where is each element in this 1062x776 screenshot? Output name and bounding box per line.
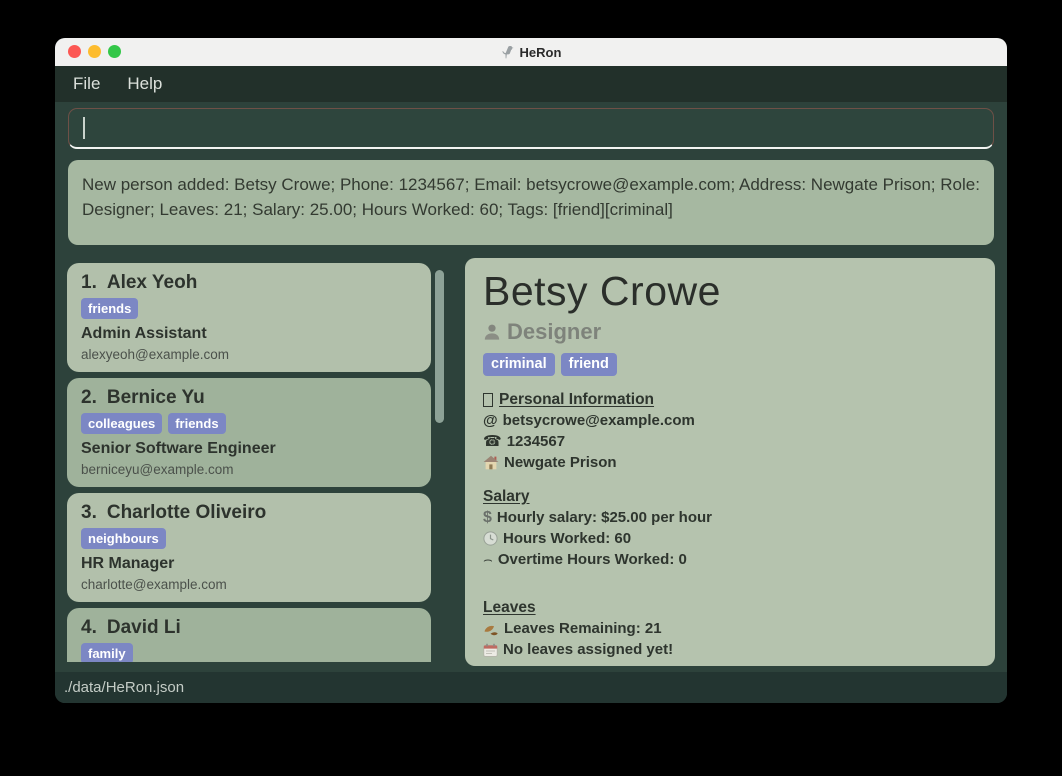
person-card[interactable]: 3. Charlotte Oliveiro neighbours HR Manag… — [67, 493, 431, 602]
tag-badge: friend — [560, 353, 617, 376]
detail-phone-line: ☎ 1234567 — [483, 431, 977, 452]
detail-salary-value: Hourly salary: $25.00 per hour — [496, 509, 712, 526]
person-name-line: 4. David Li — [81, 615, 417, 640]
person-card[interactable]: 2. Bernice Yu colleagues friends Senior So… — [67, 378, 431, 487]
result-display[interactable]: New person added: Betsy Crowe; Phone: 12… — [68, 160, 994, 245]
person-tags: family — [81, 643, 417, 662]
person-tags: neighbours — [81, 528, 417, 549]
leaves-icon — [483, 622, 499, 636]
person-name: Bernice Yu — [106, 387, 205, 408]
person-name-line: 1. Alex Yeoh — [81, 270, 417, 295]
detail-address-line: Newgate Prison — [483, 452, 977, 473]
tag-badge: criminal — [483, 353, 555, 376]
at-icon: @ — [483, 412, 498, 429]
heron-icon — [501, 45, 515, 60]
person-tags: colleagues friends — [81, 413, 417, 434]
personal-info-heading: Personal Information — [483, 390, 977, 410]
tag-badge: friends — [168, 413, 226, 434]
person-role: Senior Software Engineer — [81, 440, 276, 457]
tag-badge: family — [81, 643, 133, 662]
person-index: 4. — [81, 617, 97, 638]
person-role: Admin Assistant — [81, 325, 207, 342]
detail-phone-value: 1234567 — [506, 433, 566, 450]
phone-icon: ☎ — [483, 433, 502, 450]
detail-email-line: @ betsycrowe@example.com — [483, 410, 977, 431]
detail-person-name: Betsy Crowe — [483, 268, 721, 314]
person-icon — [483, 323, 501, 341]
tag-badge: neighbours — [81, 528, 166, 549]
person-index: 3. — [81, 502, 97, 523]
missing-glyph-icon — [483, 393, 493, 407]
app-window: HeRon File Help New person added: Betsy … — [55, 38, 1007, 703]
detail-email-value: betsycrowe@example.com — [502, 412, 695, 429]
window-title: HeRon — [55, 38, 1007, 66]
command-input[interactable] — [68, 108, 994, 149]
status-bar: ./data/HeRon.json — [55, 672, 1007, 703]
result-text: New person added: Betsy Crowe; Phone: 12… — [82, 175, 980, 219]
detail-leaves-remaining-value: Leaves Remaining: 21 — [504, 620, 662, 637]
calendar-icon — [483, 643, 498, 657]
detail-address-value: Newgate Prison — [504, 454, 617, 471]
detail-tags: criminal friend — [483, 353, 977, 376]
person-email: berniceyu@example.com — [81, 462, 234, 477]
person-name: David Li — [106, 617, 181, 638]
person-index: 2. — [81, 387, 97, 408]
overtime-arc-icon: ⌢ — [483, 551, 493, 568]
detail-leaves-remaining-line: Leaves Remaining: 21 — [483, 618, 977, 639]
scrollbar-thumb[interactable] — [435, 270, 444, 423]
dollar-icon: $ — [483, 509, 492, 526]
detail-salary-line: $ Hourly salary: $25.00 per hour — [483, 507, 977, 528]
detail-leaves-assigned-line: No leaves assigned yet! — [483, 639, 977, 660]
salary-heading: Salary — [483, 488, 530, 505]
person-email: alexyeoh@example.com — [81, 347, 230, 362]
menu-bar: File Help — [55, 66, 1007, 102]
detail-role-line: Designer — [483, 319, 977, 345]
person-card[interactable]: 1. Alex Yeoh friends Admin Assistant alex… — [67, 263, 431, 372]
tag-badge: colleagues — [81, 413, 163, 434]
leaves-heading: Leaves — [483, 599, 536, 616]
menu-help[interactable]: Help — [127, 74, 162, 94]
person-email: charlotte@example.com — [81, 577, 227, 592]
detail-overtime-line: ⌢ Overtime Hours Worked: 0 — [483, 549, 977, 570]
person-name-line: 2. Bernice Yu — [81, 385, 417, 410]
menu-file[interactable]: File — [73, 74, 100, 94]
data-file-path: ./data/HeRon.json — [64, 679, 185, 696]
text-cursor — [83, 117, 85, 139]
person-tags: friends — [81, 298, 417, 319]
person-name: Charlotte Oliveiro — [106, 502, 267, 523]
detail-overtime-value: Overtime Hours Worked: 0 — [497, 551, 687, 568]
person-detail-panel: Betsy Crowe Designer criminal friend Pers… — [465, 258, 995, 666]
person-index: 1. — [81, 272, 97, 293]
personal-info-heading-text: Personal Information — [499, 391, 655, 408]
person-card[interactable]: 4.David Li family Android Developer — [67, 608, 431, 662]
desktop-background: HeRon File Help New person added: Betsy … — [0, 0, 1062, 776]
person-list-scrollbar[interactable] — [435, 266, 444, 658]
person-role: HR Manager — [81, 555, 175, 572]
detail-leaves-assigned-value: No leaves assigned yet! — [503, 641, 674, 658]
house-icon — [483, 455, 499, 470]
person-list[interactable]: 1. Alex Yeoh friends Admin Assistant alex… — [67, 260, 433, 662]
clock-icon — [483, 531, 498, 546]
window-title-text: HeRon — [519, 44, 562, 60]
title-bar[interactable]: HeRon — [55, 38, 1007, 66]
person-name: Alex Yeoh — [106, 272, 198, 293]
tag-badge: friends — [81, 298, 139, 319]
detail-hours-value: Hours Worked: 60 — [503, 530, 632, 547]
detail-role-label: Designer — [507, 319, 602, 344]
detail-hours-line: Hours Worked: 60 — [483, 528, 977, 549]
person-name-line: 3. Charlotte Oliveiro — [81, 500, 417, 525]
